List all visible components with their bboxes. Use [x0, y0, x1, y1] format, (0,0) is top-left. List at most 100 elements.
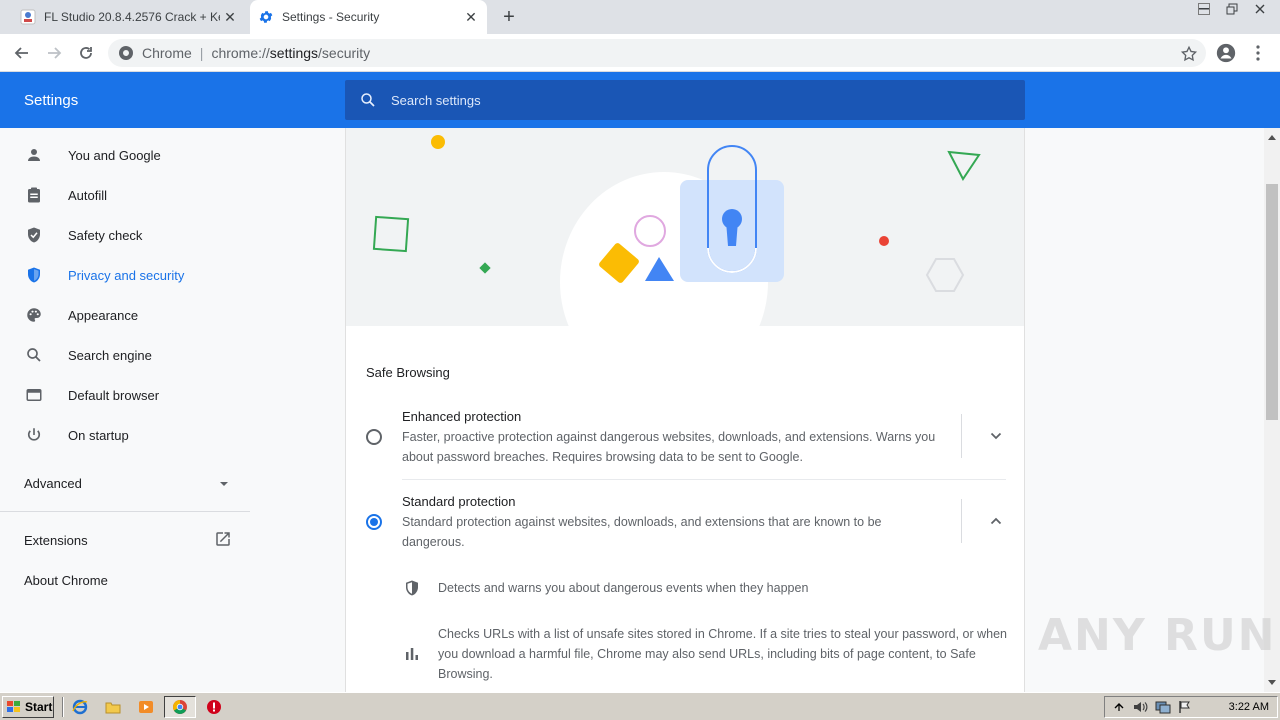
- palette-icon: [24, 305, 44, 325]
- sidebar-advanced[interactable]: Advanced: [24, 473, 82, 493]
- sidebar-item-on-startup[interactable]: On startup: [0, 415, 256, 455]
- settings-sidebar: You and Google Autofill Safety check Pri…: [0, 128, 256, 692]
- triangle-down-icon: [1268, 680, 1276, 685]
- search-icon: [24, 345, 44, 365]
- search-settings-input[interactable]: Search settings: [345, 80, 1025, 120]
- sidebar-item-label: Search engine: [68, 347, 152, 363]
- sidebar-item-label: On startup: [68, 427, 129, 443]
- internet-explorer-icon[interactable]: [71, 698, 89, 716]
- option-divider: [961, 499, 962, 543]
- sidebar-divider: [0, 511, 250, 512]
- anyrun-watermark: ANY RUN: [1038, 610, 1277, 661]
- browser-toolbar: Chrome | chrome:// settings /security: [0, 34, 1280, 72]
- scroll-down-button[interactable]: [1264, 676, 1280, 690]
- tab-settings-security[interactable]: Settings - Security ✕: [250, 0, 487, 34]
- scroll-up-button[interactable]: [1264, 130, 1280, 144]
- option-description: Faster, proactive protection against dan…: [402, 430, 936, 464]
- safe-browsing-heading: Safe Browsing: [366, 365, 450, 380]
- stop-sign-icon[interactable]: [205, 698, 223, 716]
- option-title: Standard protection: [402, 494, 516, 509]
- arrow-left-icon: [14, 47, 28, 59]
- folder-icon[interactable]: [104, 698, 122, 716]
- page-favicon-icon: [20, 9, 36, 25]
- windows-taskbar: Start 3:22 AM: [0, 692, 1280, 720]
- start-button[interactable]: Start: [2, 696, 54, 718]
- back-button[interactable]: [8, 39, 36, 67]
- sidebar-item-label: Autofill: [68, 187, 108, 203]
- url-scheme: chrome://: [211, 45, 270, 61]
- caret-down-icon[interactable]: [218, 480, 230, 488]
- clipboard-icon: [24, 185, 44, 205]
- enhanced-protection-option[interactable]: Enhanced protection Faster, proactive pr…: [346, 396, 1024, 472]
- flag-icon[interactable]: [1177, 699, 1193, 715]
- search-placeholder: Search settings: [391, 92, 481, 108]
- sidebar-item-search-engine[interactable]: Search engine: [0, 335, 256, 375]
- sidebar-item-default-browser[interactable]: Default browser: [0, 375, 256, 415]
- security-banner-illustration: [346, 128, 1024, 326]
- tab-title: FL Studio 20.8.4.2576 Crack + Keygen: [44, 10, 220, 24]
- sidebar-item-privacy-and-security[interactable]: Privacy and security: [0, 255, 256, 295]
- chrome-logo-icon: [173, 700, 187, 714]
- network-icon[interactable]: [1155, 699, 1171, 715]
- sidebar-about-chrome[interactable]: About Chrome: [24, 570, 108, 590]
- expand-enhanced-button[interactable]: [986, 426, 1006, 446]
- media-player-icon[interactable]: [137, 698, 155, 716]
- chrome-menu-button[interactable]: [1246, 39, 1270, 67]
- scheme-label: Chrome: [142, 45, 192, 61]
- sidebar-item-autofill[interactable]: Autofill: [0, 175, 256, 215]
- standard-protection-option[interactable]: Standard protection Standard protection …: [346, 480, 1024, 556]
- forward-button[interactable]: [40, 39, 68, 67]
- sidebar-item-you-and-google[interactable]: You and Google: [0, 135, 256, 175]
- browser-window-icon: [24, 385, 44, 405]
- settings-header: Settings Search settings: [0, 72, 1280, 128]
- sidebar-extensions[interactable]: Extensions: [24, 530, 88, 550]
- system-tray: 3:22 AM: [1104, 696, 1278, 718]
- gear-icon: [259, 11, 273, 23]
- restore-button[interactable]: [1220, 0, 1244, 18]
- open-in-new-icon[interactable]: [214, 530, 232, 548]
- start-label: Start: [25, 700, 53, 714]
- taskbar-separator: [62, 697, 64, 717]
- shield-icon: [402, 578, 422, 598]
- window-controls: [1188, 0, 1272, 18]
- option-divider: [961, 414, 962, 458]
- close-tab-icon[interactable]: ✕: [220, 7, 240, 27]
- chevron-up-icon[interactable]: [1111, 699, 1127, 715]
- chevron-down-icon: [990, 432, 1002, 440]
- close-window-button[interactable]: [1248, 0, 1272, 18]
- search-icon: [361, 93, 375, 107]
- page-title: Settings: [24, 92, 79, 109]
- detail-text: Checks URLs with a list of unsafe sites …: [438, 627, 1007, 681]
- scrollbar-thumb[interactable]: [1266, 184, 1278, 420]
- collapse-standard-button[interactable]: [986, 511, 1006, 531]
- new-tab-button[interactable]: +: [498, 6, 520, 28]
- detail-text: Detects and warns you about dangerous ev…: [438, 581, 809, 595]
- sidebar-item-safety-check[interactable]: Safety check: [0, 215, 256, 255]
- close-tab-icon[interactable]: ✕: [461, 7, 481, 27]
- tab-strip: FL Studio 20.8.4.2576 Crack + Keygen ✕ S…: [0, 0, 1280, 34]
- chrome-taskbar-button[interactable]: [164, 696, 196, 718]
- enhanced-protection-radio[interactable]: [366, 429, 382, 445]
- volume-icon[interactable]: [1133, 699, 1149, 715]
- tab-fl-studio[interactable]: FL Studio 20.8.4.2576 Crack + Keygen ✕: [10, 0, 246, 34]
- bookmark-star-icon[interactable]: [1180, 45, 1198, 63]
- account-icon: [1216, 43, 1236, 63]
- reload-button[interactable]: [72, 39, 100, 67]
- option-title: Enhanced protection: [402, 409, 522, 424]
- sidebar-item-appearance[interactable]: Appearance: [0, 295, 256, 335]
- url-host: settings: [269, 45, 319, 61]
- sidebar-item-label: Appearance: [68, 307, 139, 323]
- url-path: /security: [318, 45, 371, 61]
- page-scrollbar[interactable]: [1264, 128, 1280, 692]
- minimize-button[interactable]: [1192, 0, 1216, 18]
- security-card: Safe Browsing Enhanced protection Faster…: [345, 128, 1025, 692]
- omnibox-separator: |: [199, 45, 204, 61]
- taskbar-clock: 3:22 AM: [1228, 701, 1269, 713]
- address-bar[interactable]: Chrome | chrome:// settings /security: [108, 39, 1206, 67]
- sidebar-item-label: Safety check: [68, 227, 143, 243]
- standard-protection-radio[interactable]: [366, 514, 382, 530]
- profile-button[interactable]: [1212, 39, 1240, 67]
- shield-check-icon: [24, 225, 44, 245]
- arrow-right-icon: [48, 47, 62, 59]
- watermark-text: ANY RUN: [1038, 610, 1277, 661]
